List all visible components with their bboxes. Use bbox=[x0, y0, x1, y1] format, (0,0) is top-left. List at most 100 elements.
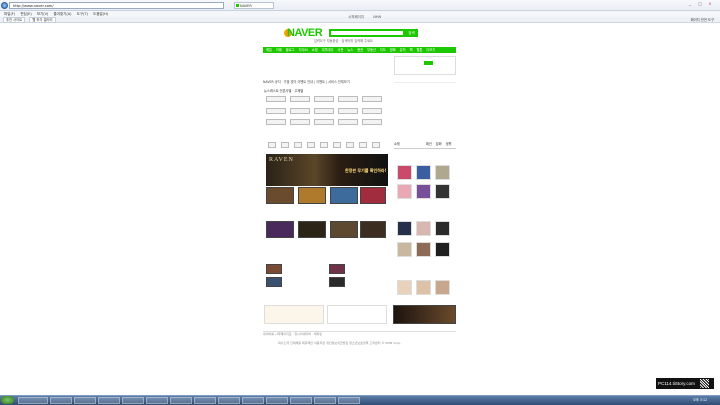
favorite-item[interactable]: 웹 조각 갤러리 bbox=[29, 17, 56, 23]
press-logo[interactable] bbox=[266, 96, 286, 102]
nav-more[interactable]: 더보기 bbox=[426, 48, 435, 52]
press-logo[interactable] bbox=[362, 96, 382, 102]
tab-fashion[interactable]: 패션 bbox=[426, 142, 432, 146]
press-logo[interactable] bbox=[266, 119, 286, 125]
maximize-icon[interactable]: □ bbox=[696, 1, 704, 7]
product-thumbnail[interactable] bbox=[435, 165, 450, 180]
press-logo[interactable] bbox=[338, 96, 358, 102]
nav-mail[interactable]: 메일 bbox=[266, 48, 272, 52]
menu-view[interactable]: 보기(V) bbox=[37, 12, 49, 16]
service-icon[interactable] bbox=[281, 142, 289, 148]
media-thumbnail[interactable] bbox=[298, 187, 326, 204]
back-button[interactable] bbox=[1, 2, 8, 9]
minimize-icon[interactable]: _ bbox=[686, 1, 694, 7]
taskbar-app[interactable] bbox=[170, 397, 192, 404]
press-logo[interactable] bbox=[290, 119, 310, 125]
bottom-ad[interactable] bbox=[393, 305, 456, 324]
taskbar-app[interactable] bbox=[74, 397, 96, 404]
service-icon[interactable] bbox=[359, 142, 367, 148]
product-thumbnail[interactable] bbox=[435, 184, 450, 199]
nav-blog[interactable]: 블로그 bbox=[286, 48, 295, 52]
product-thumbnail[interactable] bbox=[397, 184, 412, 199]
media-thumbnail[interactable] bbox=[360, 221, 386, 238]
service-icon[interactable] bbox=[268, 142, 276, 148]
footer-link[interactable]: 이용약관 bbox=[314, 341, 325, 345]
product-thumbnail[interactable] bbox=[397, 221, 412, 236]
product-thumbnail[interactable] bbox=[416, 165, 431, 180]
page-menu[interactable]: 페이지 bbox=[691, 18, 700, 22]
media-thumbnail[interactable] bbox=[360, 187, 386, 204]
product-thumbnail[interactable] bbox=[435, 242, 450, 257]
taskbar-app[interactable] bbox=[146, 397, 168, 404]
address-bar[interactable]: http://www.naver.com/ bbox=[9, 2, 224, 9]
service-icon[interactable] bbox=[320, 142, 328, 148]
product-thumbnail[interactable] bbox=[397, 165, 412, 180]
product-thumbnail[interactable] bbox=[416, 221, 431, 236]
media-thumbnail[interactable] bbox=[266, 277, 282, 287]
product-thumbnail[interactable] bbox=[416, 184, 431, 199]
media-thumbnail[interactable] bbox=[266, 264, 282, 274]
nhn-link[interactable]: NHN bbox=[373, 15, 381, 19]
press-logo[interactable] bbox=[314, 96, 334, 102]
taskbar-app[interactable] bbox=[242, 397, 264, 404]
nav-cafe[interactable]: 카페 bbox=[276, 48, 282, 52]
start-page-link[interactable]: 시작페이지 bbox=[348, 15, 364, 19]
nav-news[interactable]: 뉴스 bbox=[347, 48, 353, 52]
nav-webtoon[interactable]: 웹툰 bbox=[417, 48, 423, 52]
nav-realestate[interactable]: 부동산 bbox=[367, 48, 376, 52]
product-thumbnail[interactable] bbox=[397, 242, 412, 257]
nav-me2day[interactable]: 미투데이 bbox=[322, 48, 334, 52]
press-logo[interactable] bbox=[290, 96, 310, 102]
taskbar-app[interactable] bbox=[18, 397, 48, 404]
service-icon[interactable] bbox=[307, 142, 315, 148]
footer-link[interactable]: 제휴제안 bbox=[302, 341, 313, 345]
nav-book[interactable]: 책 bbox=[410, 48, 413, 52]
taskbar-app[interactable] bbox=[98, 397, 120, 404]
menu-tools[interactable]: 도구(T) bbox=[77, 12, 88, 16]
media-thumbnail[interactable] bbox=[329, 277, 345, 287]
taskbar-app[interactable] bbox=[338, 397, 360, 404]
product-thumbnail[interactable] bbox=[435, 221, 450, 236]
taskbar-app[interactable] bbox=[194, 397, 216, 404]
taskbar-app[interactable] bbox=[266, 397, 288, 404]
menu-file[interactable]: 파일(F) bbox=[4, 12, 15, 16]
start-button[interactable] bbox=[1, 396, 14, 404]
press-logo[interactable] bbox=[362, 119, 382, 125]
close-icon[interactable]: × bbox=[706, 1, 714, 7]
menu-edit[interactable]: 편집(E) bbox=[20, 12, 31, 16]
press-logo[interactable] bbox=[314, 108, 334, 114]
service-icon[interactable] bbox=[294, 142, 302, 148]
footer-link[interactable]: 청소년보호정책 bbox=[349, 341, 368, 345]
tab-naver[interactable]: NAVER bbox=[234, 2, 274, 9]
press-logo[interactable] bbox=[266, 108, 286, 114]
bottom-ad[interactable] bbox=[264, 305, 324, 324]
login-button[interactable] bbox=[424, 61, 433, 65]
nav-dictionary[interactable]: 사전 bbox=[337, 48, 343, 52]
search-button[interactable]: 검색 bbox=[405, 29, 418, 37]
footer-link[interactable]: 인재채용 bbox=[290, 341, 301, 345]
product-thumbnail[interactable] bbox=[397, 280, 412, 295]
product-thumbnail[interactable] bbox=[416, 280, 431, 295]
service-icon[interactable] bbox=[333, 142, 341, 148]
media-thumbnail[interactable] bbox=[329, 264, 345, 274]
press-logo[interactable] bbox=[338, 119, 358, 125]
footer-link[interactable]: 회사소개 bbox=[278, 341, 289, 345]
menu-help[interactable]: 도움말(H) bbox=[93, 12, 108, 16]
service-icon[interactable] bbox=[372, 142, 380, 148]
footer-link[interactable]: 고객센터 bbox=[369, 341, 380, 345]
tab-living[interactable]: 생활 bbox=[446, 142, 452, 146]
safety-menu[interactable]: 안전 bbox=[701, 18, 707, 22]
taskbar-app[interactable] bbox=[314, 397, 336, 404]
press-logo[interactable] bbox=[338, 108, 358, 114]
nav-shopping[interactable]: 쇼핑 bbox=[312, 48, 318, 52]
nav-map[interactable]: 지도 bbox=[380, 48, 386, 52]
nav-stock[interactable]: 증권 bbox=[357, 48, 363, 52]
service-icon[interactable] bbox=[346, 142, 354, 148]
press-logo[interactable] bbox=[314, 119, 334, 125]
footer-link[interactable]: 개인정보취급방침 bbox=[326, 341, 348, 345]
menu-favorites[interactable]: 즐겨찾기(A) bbox=[54, 12, 72, 16]
media-thumbnail[interactable] bbox=[266, 187, 294, 204]
taskbar-app[interactable] bbox=[50, 397, 72, 404]
taskbar-app[interactable] bbox=[218, 397, 240, 404]
product-thumbnail[interactable] bbox=[416, 242, 431, 257]
